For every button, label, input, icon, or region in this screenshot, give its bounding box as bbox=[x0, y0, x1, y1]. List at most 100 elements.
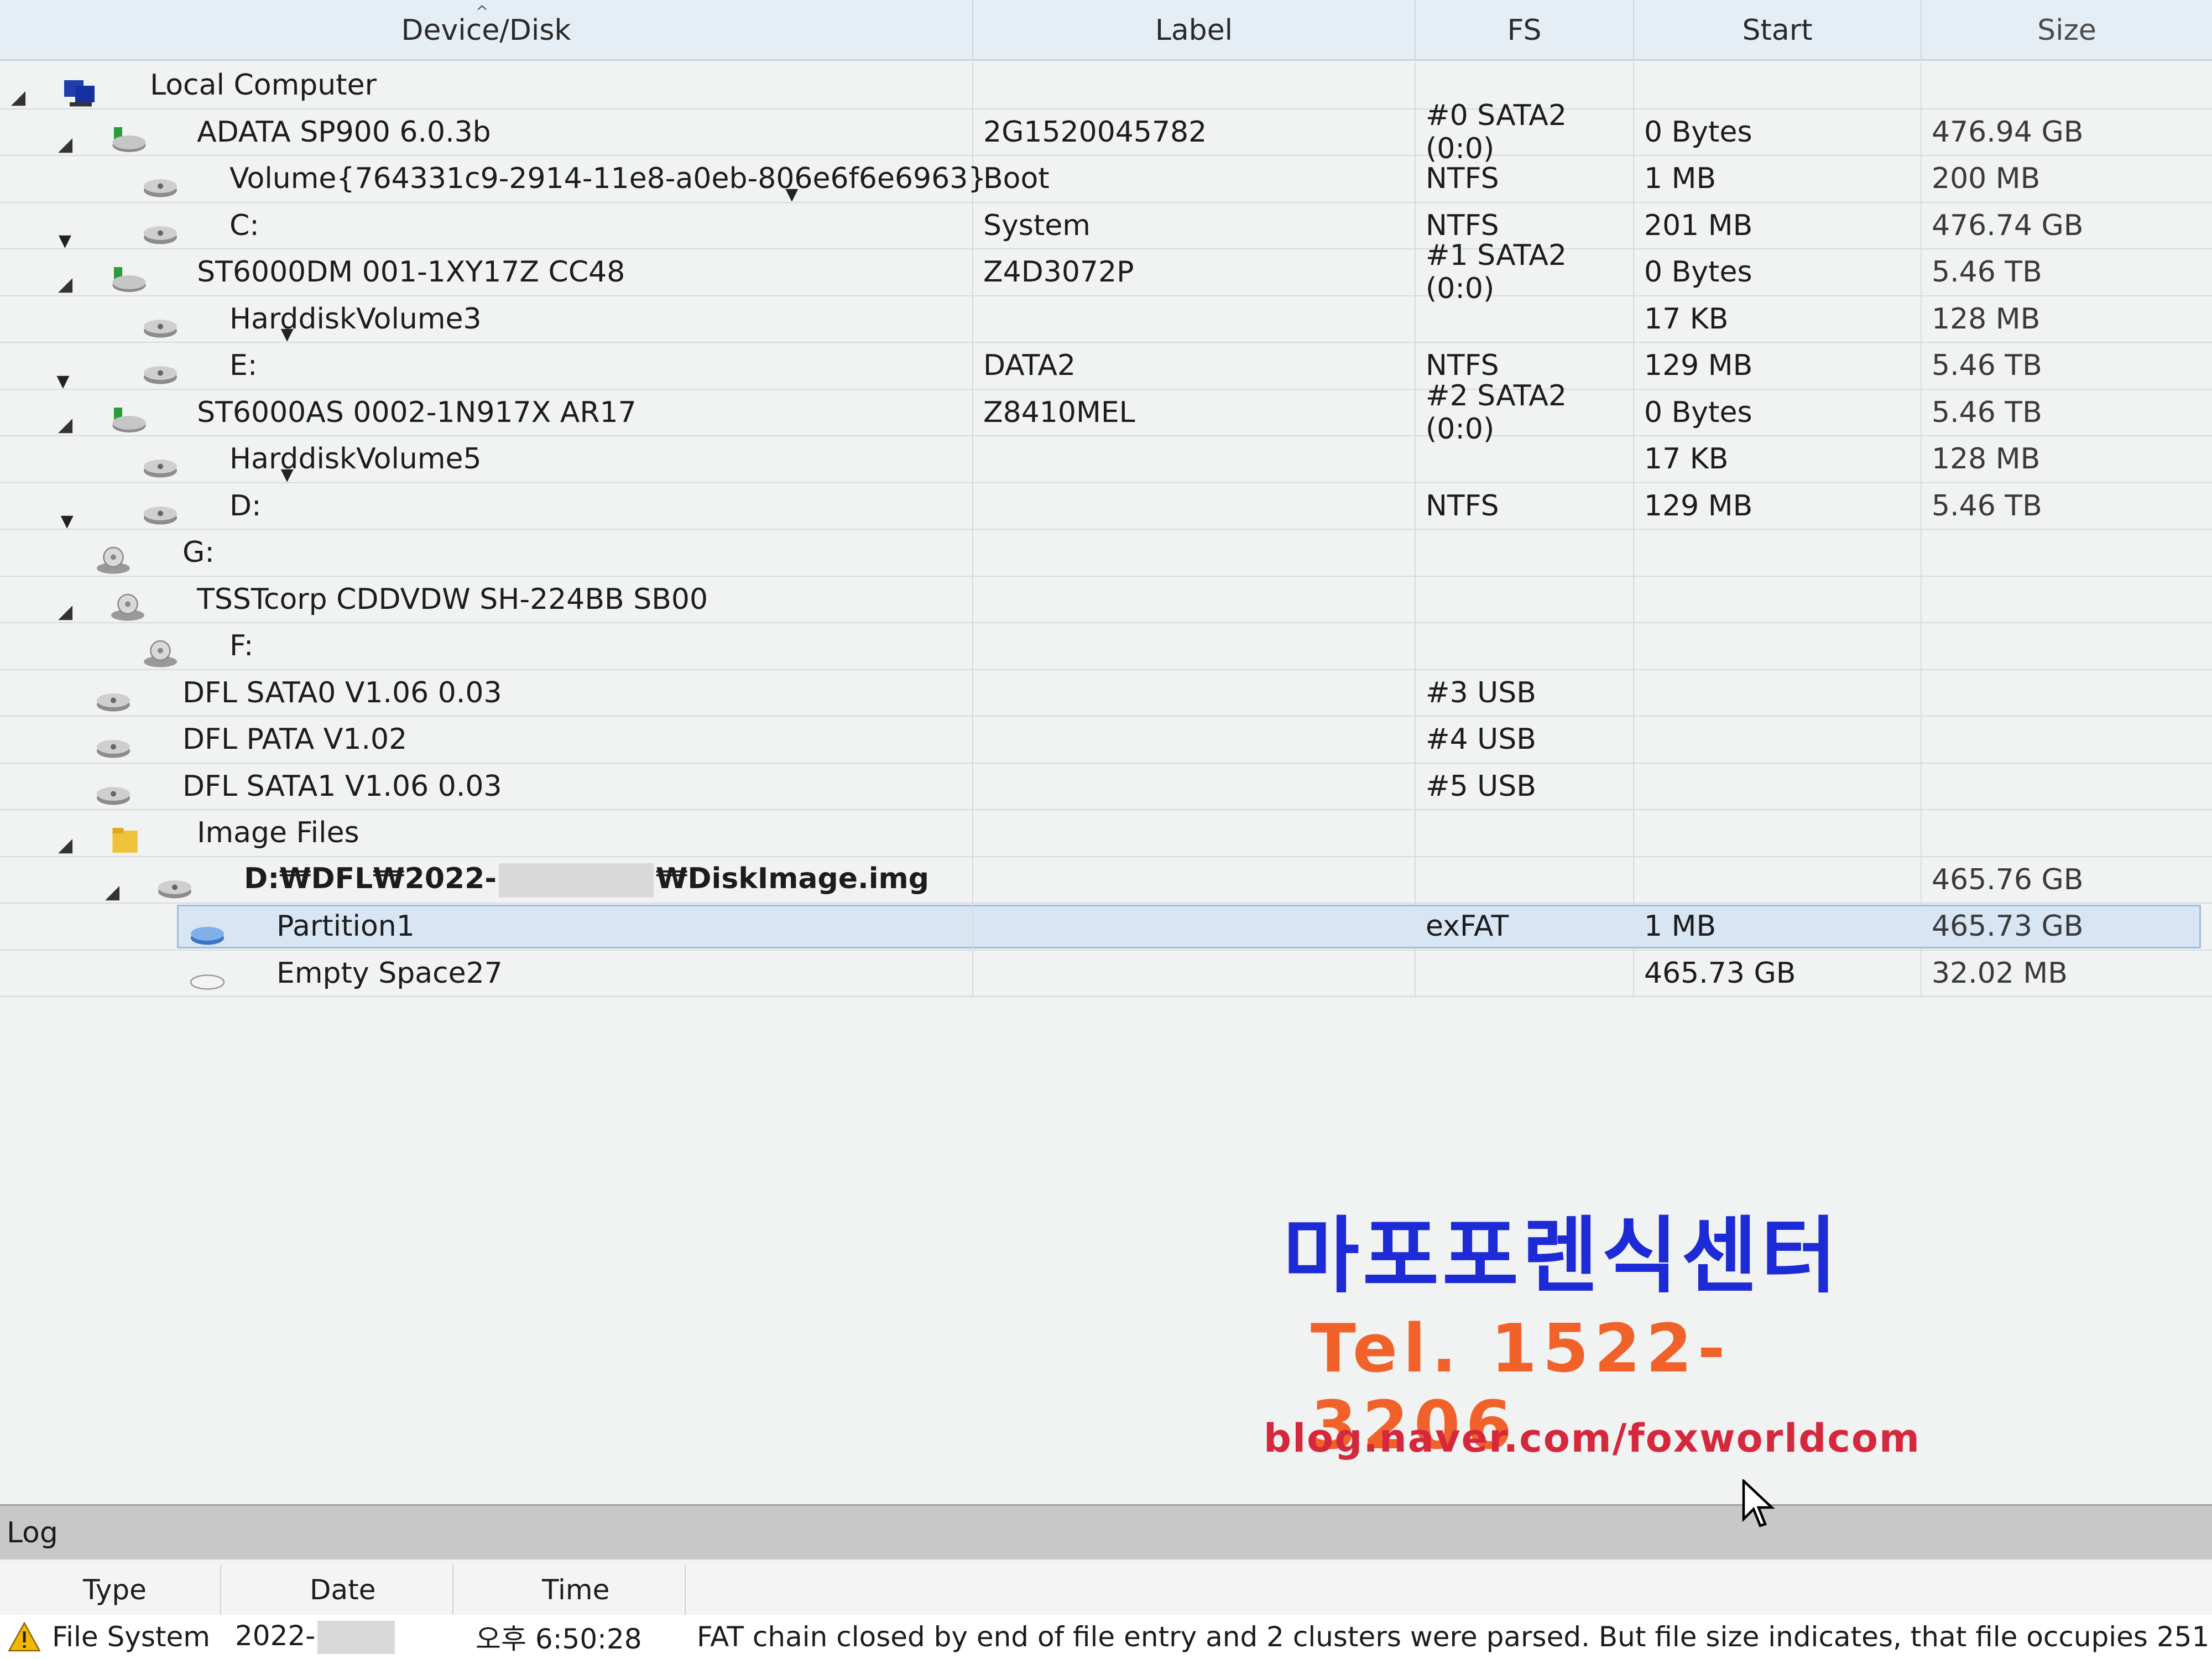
start-cell-text: 1 MB bbox=[1644, 162, 1717, 196]
column-start-text: Start bbox=[1742, 14, 1813, 47]
device-cell: ◢ ST6000AS 0002-1N917X AR17 bbox=[0, 389, 973, 436]
size-cell bbox=[1922, 670, 2212, 716]
size-cell: 200 MB bbox=[1922, 156, 2212, 202]
size-cell: 5.46 TB bbox=[1922, 343, 2212, 389]
start-cell-text: 201 MB bbox=[1644, 208, 1753, 242]
label-cell: System bbox=[973, 202, 1416, 248]
log-column-type[interactable]: Type bbox=[0, 1565, 221, 1615]
tree-row[interactable]: ◢ Local Computer bbox=[0, 62, 2212, 109]
label-cell-text: Boot bbox=[983, 162, 1050, 196]
expand-toggle-icon[interactable]: ◢ bbox=[58, 273, 72, 295]
start-cell bbox=[1634, 530, 1922, 576]
label-cell-text: DATA2 bbox=[983, 349, 1076, 383]
log-column-date[interactable]: Date bbox=[221, 1565, 453, 1615]
expand-toggle-icon[interactable]: ◢ bbox=[105, 881, 119, 903]
tree-row[interactable]: ◢ TSSTcorp CDDVDW SH-224BB SB00 bbox=[0, 576, 2212, 623]
column-label[interactable]: Label bbox=[973, 0, 1416, 61]
tree-row[interactable]: ◢ ADATA SP900 6.0.3b 2G1520045782 #0 SATA2 … bbox=[0, 99, 2212, 165]
dropdown-arrow-icon[interactable]: ▼ bbox=[281, 325, 294, 344]
label-cell-text: 2G1520045782 bbox=[983, 115, 1207, 149]
tree-row[interactable]: F: bbox=[0, 623, 2212, 670]
start-cell-text: 0 Bytes bbox=[1644, 255, 1752, 289]
label-cell: Boot bbox=[973, 156, 1416, 202]
start-cell-text: 0 Bytes bbox=[1644, 395, 1752, 429]
device-cell: Volume{764331c9-2914-11e8-a0eb-806e6f6e6… bbox=[0, 156, 986, 204]
log-time-cell: 오후 6:50:28 bbox=[453, 1617, 686, 1657]
tree-row[interactable]: DFL PATA V1.02 #4 USB bbox=[0, 717, 2212, 764]
dropdown-arrow-icon[interactable]: ▼ bbox=[59, 231, 71, 251]
start-cell-text: 129 MB bbox=[1644, 349, 1753, 383]
tree-row[interactable]: ◢ Image Files bbox=[0, 810, 2212, 857]
drive-icon bbox=[141, 311, 180, 342]
device-cell: E: ▼ bbox=[0, 343, 973, 391]
device-name: C: bbox=[229, 208, 259, 242]
size-cell: 32.02 MB bbox=[1922, 951, 2212, 997]
size-cell: 128 MB bbox=[1922, 436, 2212, 482]
size-cell-text: 32.02 MB bbox=[1932, 956, 2068, 990]
expand-toggle-icon[interactable]: ◢ bbox=[58, 414, 72, 436]
tree-row[interactable]: HarddiskVolume5 ▼ 17 KB 128 MB bbox=[0, 436, 2212, 484]
start-cell: 0 Bytes bbox=[1634, 109, 1922, 155]
tree-row[interactable]: D: ▼ NTFS 129 MB 5.46 TB bbox=[0, 483, 2212, 531]
size-cell-text: 5.46 TB bbox=[1932, 489, 2042, 523]
tree-row[interactable]: G: bbox=[0, 530, 2212, 577]
column-size-text: Size bbox=[2037, 14, 2096, 47]
log-message-cell: FAT chain closed by end of file entry an… bbox=[686, 1621, 2212, 1653]
expand-toggle-icon[interactable]: ◢ bbox=[58, 601, 72, 623]
dropdown-arrow-icon[interactable]: ▼ bbox=[785, 185, 798, 204]
dropdown-arrow-icon[interactable]: ▼ bbox=[61, 512, 74, 531]
device-name: Local Computer bbox=[150, 69, 377, 102]
watermark-name: 마포포렌식센터 bbox=[1283, 1208, 1841, 1305]
size-cell-text: 128 MB bbox=[1932, 302, 2041, 336]
fs-cell-text: #2 SATA2 (0:0) bbox=[1426, 379, 1567, 446]
tree-row[interactable]: DFL SATA1 V1.06 0.03 #5 USB bbox=[0, 763, 2212, 810]
redacted-block bbox=[317, 1621, 395, 1655]
fs-cell bbox=[1416, 530, 1634, 576]
device-name: Volume{764331c9-2914-11e8-a0eb-806e6f6e6… bbox=[229, 162, 987, 196]
tree-row[interactable]: Partition1 exFAT 1 MB 465.73 GB bbox=[0, 904, 2212, 951]
device-name: Image Files bbox=[197, 816, 359, 850]
tree-row[interactable]: HarddiskVolume3 ▼ 17 KB 128 MB bbox=[0, 296, 2212, 344]
dropdown-arrow-icon[interactable]: ▼ bbox=[56, 372, 69, 391]
log-column-time[interactable]: Time bbox=[453, 1565, 686, 1615]
device-name: HarddiskVolume3 bbox=[229, 302, 482, 336]
fs-cell bbox=[1416, 576, 1634, 622]
column-start[interactable]: Start bbox=[1634, 0, 1922, 61]
tree-row[interactable]: ◢ ST6000AS 0002-1N917X AR17 Z8410MEL #2 SAT… bbox=[0, 379, 2212, 446]
device-name: D:₩DFL₩2022- ₩DiskImage.img bbox=[244, 862, 929, 898]
fs-cell: #2 SATA2 (0:0) bbox=[1416, 379, 1634, 446]
tree-row[interactable]: DFL SATA0 V1.06 0.03 #3 USB bbox=[0, 670, 2212, 717]
disk-icon bbox=[108, 405, 147, 436]
device-cell: DFL SATA0 V1.06 0.03 bbox=[0, 670, 973, 716]
tree-row[interactable]: Volume{764331c9-2914-11e8-a0eb-806e6f6e6… bbox=[0, 156, 2212, 204]
expand-toggle-icon[interactable]: ◢ bbox=[11, 86, 25, 108]
expand-toggle-icon[interactable]: ◢ bbox=[58, 133, 72, 155]
tree-row[interactable]: E: ▼ DATA2 NTFS 129 MB 5.46 TB bbox=[0, 343, 2212, 391]
label-cell: 2G1520045782 bbox=[973, 109, 1416, 155]
size-cell bbox=[1922, 623, 2212, 669]
tree-row[interactable]: C: ▼ System NTFS 201 MB 476.74 GB bbox=[0, 202, 2212, 251]
tree-row[interactable]: Empty Space27 465.73 GB 32.02 MB bbox=[0, 950, 2212, 997]
column-fs[interactable]: FS bbox=[1416, 0, 1634, 61]
fs-cell bbox=[1416, 623, 1634, 669]
column-device-disk[interactable]: ^ Device/Disk bbox=[0, 0, 973, 61]
column-size[interactable]: Size bbox=[1922, 0, 2212, 61]
device-tree: ◢ Local Computer ◢ ADATA SP900 6.0.3b 2G1520… bbox=[0, 62, 2212, 997]
label-cell bbox=[973, 810, 1416, 856]
drive-icon bbox=[94, 779, 133, 810]
device-cell: DFL SATA1 V1.06 0.03 bbox=[0, 763, 973, 810]
redacted-block bbox=[498, 863, 654, 898]
computer-icon bbox=[61, 77, 100, 108]
tree-row[interactable]: ◢ ST6000DM 001-1XY17Z CC48 Z4D3072P #1 SATA… bbox=[0, 239, 2212, 305]
tree-row[interactable]: ◢ D:₩DFL₩2022- ₩DiskImage.img 465.76 GB bbox=[0, 857, 2212, 904]
size-cell bbox=[1922, 577, 2212, 623]
size-cell: 5.46 TB bbox=[1922, 249, 2212, 295]
label-cell bbox=[973, 576, 1416, 622]
dropdown-arrow-icon[interactable]: ▼ bbox=[281, 465, 294, 484]
log-row[interactable]: File System 2022- 오후 6:50:28 FAT chain c… bbox=[0, 1615, 2212, 1659]
size-cell bbox=[1922, 717, 2212, 763]
expand-toggle-icon[interactable]: ◢ bbox=[58, 834, 72, 856]
drive-icon bbox=[94, 732, 133, 763]
label-cell bbox=[973, 670, 1416, 716]
label-cell-text: System bbox=[983, 208, 1091, 242]
